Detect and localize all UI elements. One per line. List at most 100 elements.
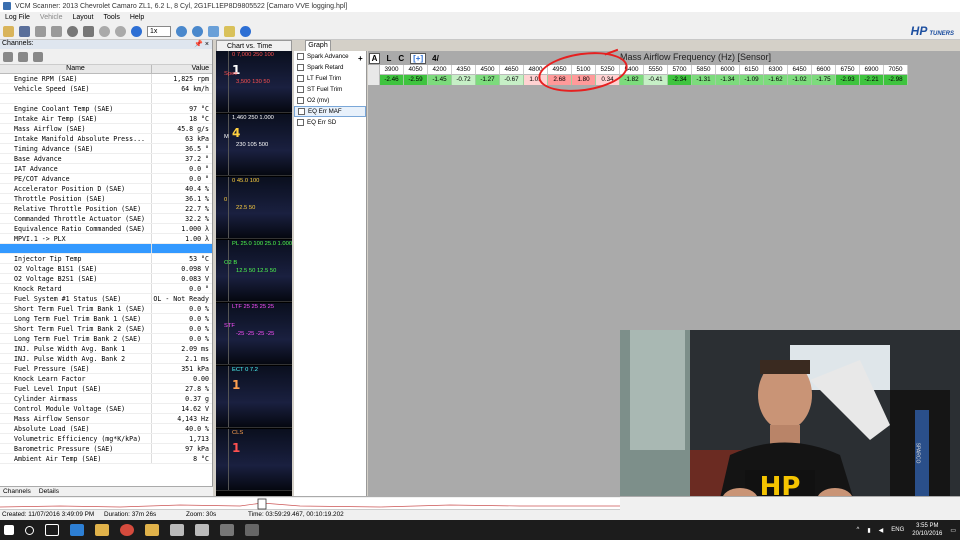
vehicle-icon[interactable] <box>35 25 46 37</box>
channel-row[interactable]: Long Term Fuel Trim Bank 2 (SAE) 0.0 % <box>0 334 212 344</box>
channel-row[interactable]: O2 Voltage B2S1 (SAE) 0.083 V <box>0 274 212 284</box>
channel-row[interactable]: Engine RPM (SAE) 1,825 rpm <box>0 74 212 84</box>
channel-row[interactable]: Mass Airflow Sensor 4,143 Hz <box>0 414 212 424</box>
start-icon[interactable] <box>4 525 14 535</box>
channel-row[interactable]: INJ. Pulse Width Avg. Bank 1 2.09 ms <box>0 344 212 354</box>
channel-row[interactable]: O2 Voltage B1S1 (SAE) 0.098 V <box>0 264 212 274</box>
panel-pin-close[interactable]: 📌 × <box>194 40 209 49</box>
language-indicator[interactable]: ENG <box>891 527 904 533</box>
table-value-cell[interactable]: -0.41 <box>644 75 668 85</box>
graph-item-checkbox[interactable] <box>297 119 304 126</box>
explorer-icon[interactable] <box>95 524 109 536</box>
table-value-cell[interactable]: -0.67 <box>500 75 524 85</box>
add-channel-icon[interactable] <box>3 51 13 62</box>
menu-layout[interactable]: Layout <box>67 14 98 21</box>
channel-row[interactable]: Intake Air Temp (SAE) 18 °C <box>0 114 212 124</box>
photos-icon[interactable] <box>220 524 234 536</box>
graph-item[interactable]: ST Fuel Trim <box>294 84 366 95</box>
auto-button[interactable]: A <box>368 52 381 64</box>
record-icon[interactable] <box>67 25 78 37</box>
graph-item[interactable]: O2 (mv) <box>294 95 366 106</box>
zoom-out-icon[interactable] <box>192 25 203 37</box>
graph-item[interactable]: EQ Err MAF <box>294 106 366 117</box>
edge-icon[interactable] <box>70 524 84 536</box>
clock[interactable]: 3:55 PM 20/10/2016 <box>912 522 942 538</box>
graph-item-checkbox[interactable] <box>297 97 304 104</box>
network-icon[interactable]: ▮ <box>867 527 870 534</box>
channel-row[interactable]: IAT Advance 0.0 ° <box>0 164 212 174</box>
channel-row[interactable]: Throttle Position (SAE) 36.1 % <box>0 194 212 204</box>
graph-item[interactable]: EQ Err SD <box>294 117 366 128</box>
channel-row[interactable]: INJ. Pulse Width Avg. Bank 2 2.1 ms <box>0 354 212 364</box>
channel-row[interactable]: Timing Advance (SAE) 36.5 ° <box>0 144 212 154</box>
timeline-track[interactable] <box>0 498 620 510</box>
expand-button[interactable]: [+] <box>410 52 427 64</box>
table-value-cell[interactable]: -2.98 <box>884 75 908 85</box>
channel-row[interactable]: Knock Learn Factor 0.00 <box>0 374 212 384</box>
stop-icon[interactable] <box>83 25 94 37</box>
edit-button[interactable]: 4/ <box>431 54 440 63</box>
table-value-cell[interactable]: -1.45 <box>428 75 452 85</box>
graph-item-checkbox[interactable] <box>297 75 304 82</box>
col-name[interactable]: Name <box>0 65 152 73</box>
tab-graph[interactable]: Graph <box>305 40 331 51</box>
calculator-icon[interactable] <box>245 524 259 536</box>
menu-vehicle[interactable]: Vehicle <box>35 14 68 21</box>
table-value-cell[interactable]: -1.02 <box>788 75 812 85</box>
chart-strip[interactable]: ECT 0 7.2 1 <box>216 366 292 428</box>
graph-item[interactable]: Spark Retard <box>294 62 366 73</box>
menu-help[interactable]: Help <box>125 14 149 21</box>
table-value-cell[interactable]: -1.27 <box>476 75 500 85</box>
search-icon[interactable] <box>25 525 34 535</box>
table-value-cell[interactable]: -2.34 <box>668 75 692 85</box>
table-value-cell[interactable]: -0.72 <box>452 75 476 85</box>
channel-row[interactable]: Equivalence Ratio Commanded (SAE) 1.000 λ <box>0 224 212 234</box>
play-icon[interactable] <box>131 25 142 37</box>
volume-icon[interactable]: ◀ <box>879 527 884 534</box>
graph-item-checkbox[interactable] <box>298 108 305 115</box>
note-icon[interactable] <box>224 25 235 37</box>
channel-row[interactable]: Relative Throttle Position (SAE) 22.7 % <box>0 204 212 214</box>
notifications-icon[interactable]: ▭ <box>950 527 956 534</box>
chart-strip[interactable]: 0 7,000 250 100 1 3,500 130 50 Spee <box>216 51 292 113</box>
menu-log-file[interactable]: Log File <box>0 14 35 21</box>
channel-row[interactable]: Commanded Throttle Actuator (SAE) 32.2 % <box>0 214 212 224</box>
channel-row[interactable]: Absolute Load (SAE) 40.0 % <box>0 424 212 434</box>
chart-strip[interactable]: CLS 1 <box>216 429 292 491</box>
chart-strip[interactable]: LTF 25 25 25 25 -25 -25 -25 -25 STF <box>216 303 292 365</box>
channel-row[interactable]: Vehicle Speed (SAE) 64 km/h <box>0 84 212 94</box>
table-value-cell[interactable]: -1.75 <box>812 75 836 85</box>
channel-row[interactable]: Fuel Level Input (SAE) 27.8 % <box>0 384 212 394</box>
channel-row[interactable]: Cylinder Airmass 0.37 g <box>0 394 212 404</box>
table-value-cell[interactable]: -1.82 <box>620 75 644 85</box>
table-value-cell[interactable]: -2.93 <box>836 75 860 85</box>
zoom-in-icon[interactable] <box>176 25 187 37</box>
tab-channels[interactable]: Channels <box>3 488 31 495</box>
table-value-cell[interactable]: -1.31 <box>692 75 716 85</box>
chart-strip[interactable]: 1,460 250 1.000 4 230 105 500 M <box>216 114 292 176</box>
c-button[interactable]: C <box>397 54 405 63</box>
tray-chevron-icon[interactable]: ^ <box>857 527 860 533</box>
table-value-cell[interactable]: -2.21 <box>860 75 884 85</box>
channel-row[interactable]: PE/COT Advance 0.0 ° <box>0 174 212 184</box>
channel-settings-icon[interactable] <box>33 51 43 62</box>
channel-row[interactable]: Ambient Air Temp (SAE) 8 °C <box>0 454 212 464</box>
graph-item[interactable]: LT Fuel Trim <box>294 73 366 84</box>
table-value-cell[interactable]: -2.46 <box>380 75 404 85</box>
channel-row[interactable]: Fuel Pressure (SAE) 351 kPa <box>0 364 212 374</box>
vcm-editor-icon[interactable] <box>170 524 184 536</box>
channel-row[interactable]: MPVI.1 -> PLX 1.00 λ <box>0 234 212 244</box>
task-view-icon[interactable] <box>45 524 59 536</box>
gauge-icon[interactable] <box>99 25 110 37</box>
channel-row[interactable] <box>0 244 212 254</box>
channel-row[interactable]: Base Advance 37.2 ° <box>0 154 212 164</box>
channel-row[interactable]: Mass Airflow (SAE) 45.8 g/s <box>0 124 212 134</box>
col-value[interactable]: Value <box>152 65 212 73</box>
chart-strip[interactable]: 0 45.0 100 22.5 50 0 <box>216 177 292 239</box>
channel-row[interactable]: Control Module Voltage (SAE) 14.62 V <box>0 404 212 414</box>
tab-chart-vs-time[interactable]: Chart vs. Time <box>216 40 292 51</box>
channel-row[interactable]: Fuel System #1 Status (SAE) OL - Not Read… <box>0 294 212 304</box>
channel-row[interactable]: Short Term Fuel Trim Bank 2 (SAE) 0.0 % <box>0 324 212 334</box>
open-icon[interactable] <box>3 25 14 37</box>
channel-row[interactable]: Knock Retard 0.0 ° <box>0 284 212 294</box>
